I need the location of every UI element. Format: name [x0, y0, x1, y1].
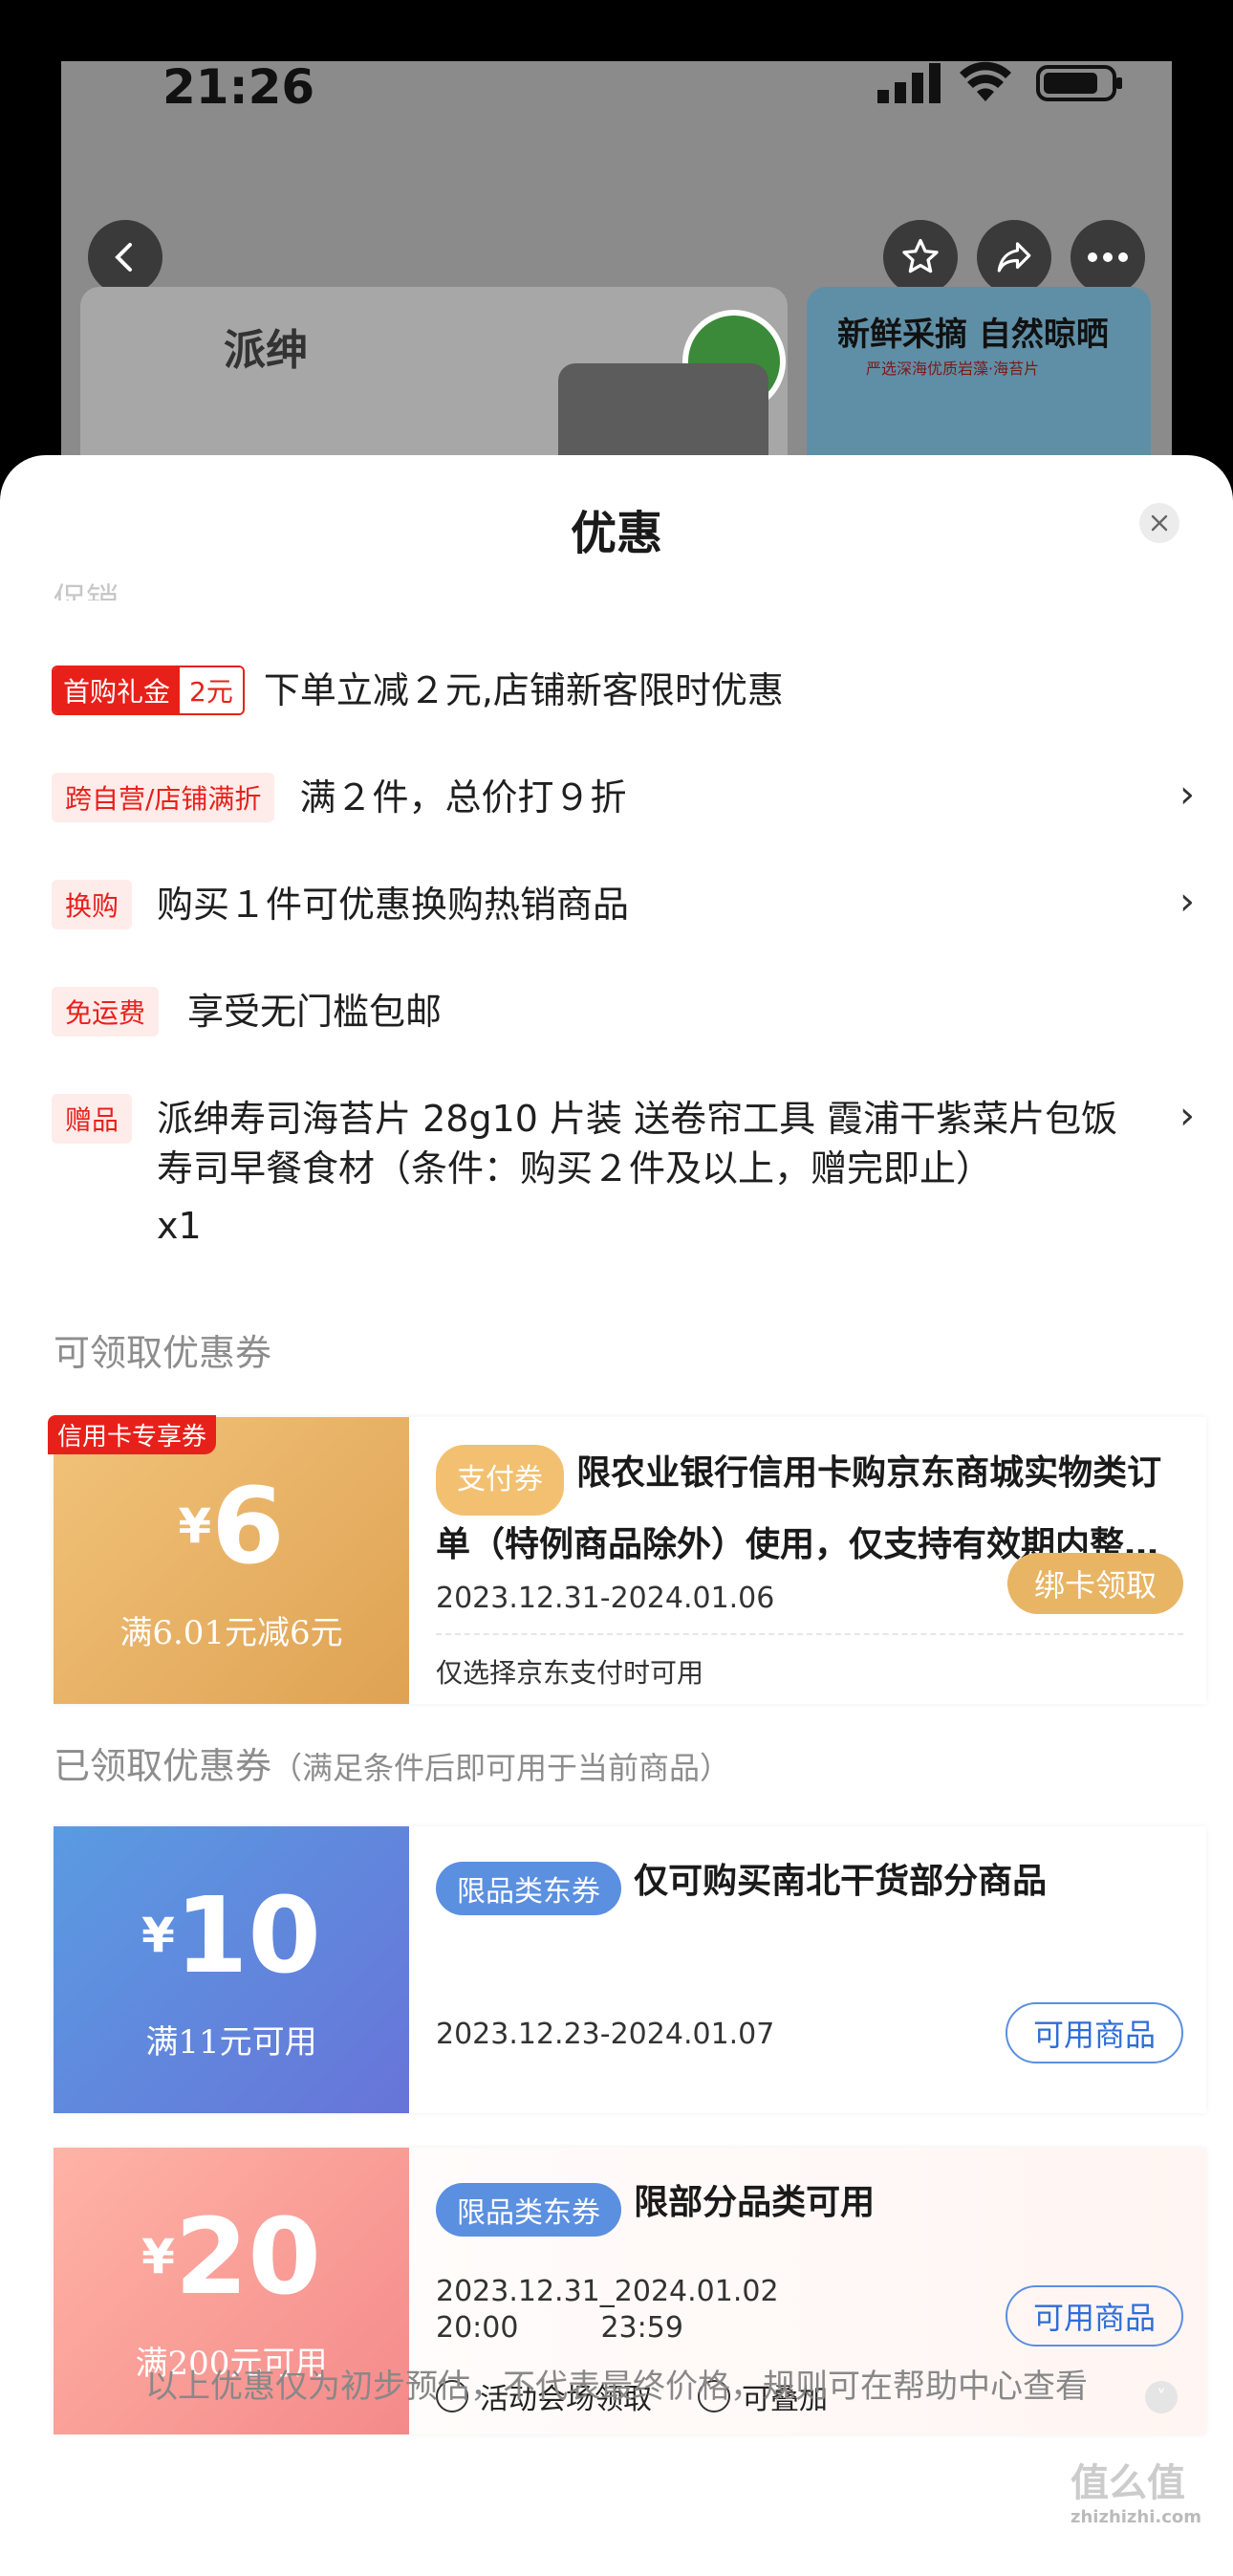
section-label-promotions: 促销 — [54, 581, 119, 600]
claimable-coupons-label: 可领取优惠券 — [54, 1332, 272, 1374]
available-products-button[interactable]: 可用商品 — [1006, 2002, 1183, 2063]
status-time: 21:26 — [162, 59, 315, 115]
coupon-title: 仅可购买南北干货部分商品 — [634, 1862, 1048, 1901]
tag-first-order: 首购礼金 2元 — [52, 666, 245, 715]
coupon-card-payment: ¥6 满6.01元减6元 信用卡专享券 支付券 限农业银行信用卡购京东商城实物类… — [48, 1415, 1206, 1704]
watermark: 值么值 zhizhizhi.com — [1071, 2461, 1202, 2527]
coupon-value-panel: ¥6 满6.01元减6元 — [54, 1417, 409, 1704]
promo-text: 下单立减２元,店铺新客限时优惠 — [263, 669, 784, 711]
divider — [436, 1633, 1183, 1635]
chevron-left-icon — [115, 243, 132, 272]
coupon-type-pill: 限品类东券 — [436, 2182, 621, 2237]
bind-card-claim-button[interactable]: 绑卡领取 — [1007, 1553, 1183, 1614]
claimed-coupons-sublabel: （满足条件后即可用于当前商品） — [271, 1750, 731, 1786]
available-products-button[interactable]: 可用商品 — [1006, 2285, 1183, 2347]
share-button[interactable] — [977, 220, 1051, 295]
footer-disclaimer: 以上优惠仅为初步预估，不代表最终价格，规则可在帮助中心查看 — [145, 2368, 1088, 2406]
back-button[interactable] — [88, 220, 162, 295]
coupon-details: 限品类东券 仅可购买南北干货部分商品 2023.12.23-2024.01.07… — [436, 1826, 1183, 2113]
promo-text: 购买１件可优惠换购热销商品 — [157, 884, 630, 926]
coupon-amount: ¥20 — [141, 2195, 321, 2318]
coupon-details: 支付券 限农业银行信用卡购京东商城实物类订单（特例商品除外）使用，仅支持有效期内… — [436, 1417, 1183, 1704]
coupon-dates: 2023.12.31-2024.01.06 — [436, 1582, 775, 1615]
tag-exchange: 换购 — [52, 880, 133, 929]
promo-row-exchange[interactable]: 换购 购买１件可优惠换购热销商品 › — [52, 880, 1195, 929]
close-button[interactable] — [1139, 503, 1179, 543]
coupon-amount: ¥6 — [178, 1465, 285, 1587]
chevron-right-icon: › — [1179, 880, 1195, 924]
promo-row-discount[interactable]: 跨自营/店铺满折 满２件，总价打９折 › — [52, 773, 1195, 822]
coupon-title: 限部分品类可用 — [634, 2183, 876, 2222]
coupon-value-panel: ¥10 满11元可用 — [54, 1826, 409, 2113]
tag-free-shipping: 免运费 — [52, 987, 160, 1037]
promo-banner-sub: 严选深海优质岩藻·海苔片 — [866, 360, 1040, 378]
sheet-title: 优惠 — [570, 507, 662, 560]
coupon-type-pill: 限品类东券 — [436, 1861, 621, 1915]
more-button[interactable] — [1071, 220, 1145, 295]
coupon-dates: 2023.12.23-2024.01.07 — [436, 2018, 775, 2051]
promo-text: 派绅寿司海苔片 28g10 片装 送卷帘工具 霞浦干紫菜片包饭 寿司早餐食材（条… — [157, 1098, 1118, 1247]
promo-row-gift[interactable]: 赠品 派绅寿司海苔片 28g10 片装 送卷帘工具 霞浦干紫菜片包饭 寿司早餐食… — [52, 1094, 1195, 1251]
more-icon — [1088, 252, 1128, 262]
signal-icon — [877, 63, 941, 103]
promo-banner-headline: 新鲜采摘 自然晾晒 — [837, 316, 1109, 354]
chevron-right-icon: › — [1179, 1094, 1195, 1138]
coupon-type-pill: 支付券 — [436, 1444, 564, 1516]
promo-text: 享受无门槛包邮 — [187, 991, 443, 1033]
coupon-dates: 2023.12.31_2024.01.02 20:00 23:59 — [436, 2275, 779, 2345]
claimed-coupons-label: 已领取优惠券（满足条件后即可用于当前商品） — [54, 1745, 731, 1787]
brand-logo: 派绅 — [224, 326, 308, 375]
coupon-amount: ¥10 — [141, 1874, 321, 1997]
close-icon — [1151, 514, 1168, 532]
battery-icon — [1036, 65, 1122, 101]
credit-card-badge: 信用卡专享券 — [48, 1415, 217, 1454]
coupon-condition: 满6.01元减6元 — [119, 1614, 343, 1652]
favorite-button[interactable] — [883, 220, 958, 295]
wifi-icon — [960, 61, 1011, 101]
tag-discount: 跨自营/店铺满折 — [52, 773, 275, 822]
promo-row-free-shipping: 免运费 享受无门槛包邮 — [52, 987, 1195, 1037]
promotions-sheet: 优惠 促销 首购礼金 2元 下单立减２元,店铺新客限时优惠 跨自营/店铺满折 满２… — [0, 455, 1233, 2576]
promo-row-first-order: 首购礼金 2元 下单立减２元,店铺新客限时优惠 — [52, 666, 1195, 715]
share-icon — [997, 242, 1031, 273]
coupon-condition: 满11元可用 — [145, 2023, 317, 2062]
promo-text: 满２件，总价打９折 — [299, 776, 627, 819]
tag-gift: 赠品 — [52, 1094, 133, 1144]
star-icon — [902, 238, 939, 273]
coupon-note: 仅选择京东支付时可用 — [436, 1657, 704, 1689]
coupon-card-10: ¥10 满11元可用 限品类东券 仅可购买南北干货部分商品 2023.12.23… — [54, 1826, 1206, 2113]
chevron-right-icon: › — [1179, 773, 1195, 817]
